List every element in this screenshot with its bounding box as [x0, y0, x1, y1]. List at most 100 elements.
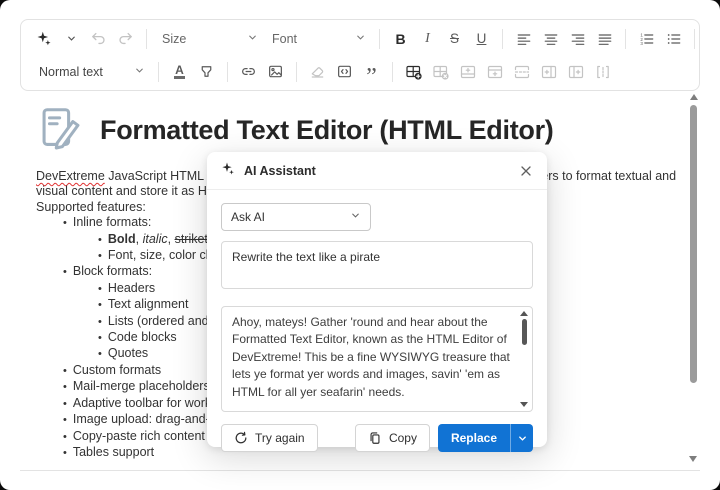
delete-table-button[interactable]: [427, 59, 454, 85]
close-button[interactable]: [519, 164, 533, 178]
code-block-button[interactable]: [331, 59, 358, 85]
chevron-down-icon: [247, 32, 258, 46]
chevron-down-icon: [134, 65, 145, 79]
document-edit-icon: [40, 106, 82, 155]
dialog-header: AI Assistant: [207, 152, 547, 190]
undo-button[interactable]: [85, 26, 112, 52]
toolbar-separator: [296, 61, 297, 82]
strikethrough-icon: S: [449, 31, 459, 46]
scroll-up-arrow-icon[interactable]: [689, 94, 698, 100]
ordered-list-button[interactable]: 1 2 3: [633, 26, 660, 52]
chevron-down-icon: [66, 33, 77, 44]
copy-button[interactable]: Copy: [354, 424, 430, 452]
scrollbar-thumb[interactable]: [521, 319, 527, 345]
italic-button[interactable]: I: [414, 26, 441, 52]
bullet-list-button[interactable]: [660, 26, 687, 52]
toolbar-row-2: Normal text A ”: [31, 55, 689, 90]
blockquote-icon: ”: [366, 63, 377, 90]
text-color-button[interactable]: A: [166, 59, 193, 85]
intro-brand: DevExtreme: [36, 169, 105, 183]
insert-column-left-icon: [540, 63, 558, 81]
format-select[interactable]: Normal text: [31, 59, 151, 85]
insert-row-above-button[interactable]: [454, 59, 481, 85]
image-icon: [267, 63, 284, 80]
prompt-input[interactable]: Rewrite the text like a pirate: [221, 241, 533, 289]
code-block-icon: [336, 63, 353, 80]
bold-button[interactable]: B: [387, 26, 414, 52]
refresh-icon: [235, 431, 247, 444]
insert-column-right-icon: [567, 63, 585, 81]
scroll-down-arrow-icon[interactable]: [520, 402, 528, 407]
document-heading: Formatted Text Editor (HTML Editor): [40, 106, 685, 155]
toolbar-separator: [392, 61, 393, 82]
size-select-value: Size: [162, 31, 187, 46]
cell-properties-icon: [594, 63, 612, 81]
align-right-icon: [570, 31, 586, 47]
redo-button[interactable]: [112, 26, 139, 52]
dialog-title: AI Assistant: [244, 163, 316, 178]
align-justify-button[interactable]: [591, 26, 618, 52]
blockquote-button[interactable]: ”: [358, 59, 385, 90]
insert-table-button[interactable]: [400, 59, 427, 85]
link-button[interactable]: [235, 59, 262, 85]
dialog-body: Ask AI Rewrite the text like a pirate Ah…: [207, 190, 547, 412]
undo-icon: [90, 30, 107, 47]
ai-assistant-button[interactable]: [31, 26, 58, 52]
scrollbar-thumb[interactable]: [690, 105, 697, 383]
replace-button[interactable]: Replace: [438, 424, 510, 452]
eraser-icon: [309, 63, 326, 80]
align-center-icon: [543, 31, 559, 47]
italic-icon: I: [425, 30, 430, 46]
font-select-value: Font: [272, 31, 298, 46]
underline-button[interactable]: U: [468, 26, 495, 52]
content-bottom-border: [20, 470, 700, 471]
toolbar-separator: [146, 28, 147, 49]
delete-row-icon: [513, 63, 531, 81]
scroll-up-arrow-icon[interactable]: [520, 311, 528, 316]
delete-row-button[interactable]: [508, 59, 535, 85]
background-color-button[interactable]: [193, 59, 220, 85]
replace-dropdown-button[interactable]: [510, 424, 533, 452]
ai-command-value: Ask AI: [231, 210, 266, 224]
clear-format-button[interactable]: [304, 59, 331, 85]
ai-assistant-dropdown-button[interactable]: [58, 26, 85, 52]
redo-icon: [117, 30, 134, 47]
toolbar-separator: [379, 28, 380, 49]
ai-sparkles-icon: [221, 161, 236, 181]
editor-vertical-scrollbar[interactable]: [688, 92, 699, 466]
text-color-icon: A: [174, 63, 185, 79]
chevron-down-icon: [355, 32, 366, 46]
scroll-down-arrow-icon[interactable]: [689, 456, 697, 462]
align-left-button[interactable]: [510, 26, 537, 52]
ai-assistant-dialog: AI Assistant Ask AI Rewrite the text lik…: [207, 152, 547, 452]
ai-sparkles-icon: [36, 30, 53, 47]
bullet-list-icon: [666, 31, 682, 47]
size-select[interactable]: Size: [154, 26, 264, 52]
bold-icon: B: [395, 30, 406, 47]
response-box[interactable]: Ahoy, mateys! Gather 'round and hear abo…: [221, 306, 533, 412]
image-button[interactable]: [262, 59, 289, 85]
insert-column-left-button[interactable]: [535, 59, 562, 85]
insert-row-below-button[interactable]: [481, 59, 508, 85]
toolbar-separator: [694, 28, 695, 49]
try-again-button[interactable]: Try again: [221, 424, 318, 452]
align-justify-icon: [597, 31, 613, 47]
editor-toolbar: Size Font B I S U 1 2 3 Normal text A ”: [20, 19, 700, 91]
delete-table-icon: [432, 63, 450, 81]
response-scrollbar[interactable]: [518, 310, 530, 408]
align-right-button[interactable]: [564, 26, 591, 52]
insert-table-icon: [405, 63, 423, 81]
link-icon: [240, 63, 257, 80]
response-text: Ahoy, mateys! Gather 'round and hear abo…: [232, 315, 510, 399]
close-icon: [521, 165, 531, 176]
align-center-button[interactable]: [537, 26, 564, 52]
document-title: Formatted Text Editor (HTML Editor): [100, 115, 554, 145]
cell-properties-button[interactable]: [589, 59, 616, 85]
background-color-icon: [198, 63, 215, 80]
dialog-footer: Try again Copy Replace: [207, 412, 547, 466]
strikethrough-button[interactable]: S: [441, 26, 468, 52]
ai-command-select[interactable]: Ask AI: [221, 203, 371, 231]
underline-icon: U: [476, 31, 487, 46]
font-select[interactable]: Font: [264, 26, 372, 52]
insert-column-right-button[interactable]: [562, 59, 589, 85]
